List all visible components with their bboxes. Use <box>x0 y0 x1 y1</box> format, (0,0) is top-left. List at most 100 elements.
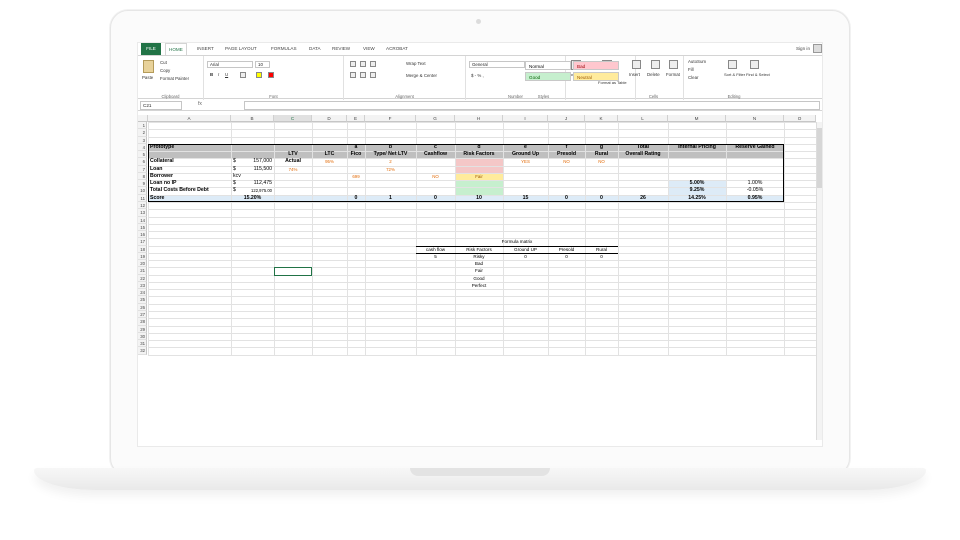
cell-M9[interactable]: 5.00% <box>668 180 726 187</box>
bold-button[interactable]: B <box>210 72 213 77</box>
align-right-icon[interactable] <box>370 72 376 78</box>
row-header-22[interactable]: 22 <box>138 274 147 282</box>
cell-J11[interactable]: 0 <box>548 195 585 202</box>
row-header-7[interactable]: 7 <box>138 165 147 173</box>
row-header-25[interactable]: 25 <box>138 296 147 304</box>
cell-A7[interactable]: Loan <box>150 166 162 173</box>
row-header-27[interactable]: 27 <box>138 311 147 319</box>
cell-A4[interactable]: Prototype <box>150 144 174 151</box>
cell-M10[interactable]: 9.25% <box>668 187 726 194</box>
cell-I4[interactable]: e <box>503 144 548 151</box>
cell-N10[interactable]: -0.05% <box>726 187 784 194</box>
cell-F5[interactable]: Type/ Net LTV <box>365 151 416 158</box>
cell-F7[interactable]: 72% <box>365 166 416 173</box>
format-cells-icon[interactable] <box>669 60 678 69</box>
column-header-I[interactable]: I <box>503 115 548 122</box>
number-format-buttons[interactable]: $ - % , <box>471 73 484 78</box>
paste-icon[interactable] <box>143 60 154 73</box>
tab-page-layout[interactable]: PAGE LAYOUT <box>224 43 258 55</box>
cell-L4[interactable]: Total <box>618 144 668 151</box>
column-header-O[interactable]: O <box>784 115 816 122</box>
sign-in-link[interactable]: Sign in <box>796 46 810 51</box>
row-header-3[interactable]: 3 <box>138 136 147 144</box>
align-top-icon[interactable] <box>350 61 356 67</box>
row-header-15[interactable]: 15 <box>138 223 147 232</box>
cell-B8[interactable]: kcv <box>233 173 241 180</box>
column-header-H[interactable]: H <box>455 115 503 122</box>
autosum-button[interactable]: AutoSum <box>688 59 706 64</box>
cell-A10[interactable]: Total Costs Before Debt <box>150 187 209 194</box>
underline-button[interactable]: U <box>225 72 228 77</box>
wrap-text-button[interactable]: Wrap Text <box>406 61 426 66</box>
column-header-M[interactable]: M <box>668 115 726 122</box>
column-header-C[interactable]: C <box>274 115 312 122</box>
cut-button[interactable]: Cut <box>160 60 167 65</box>
scrollbar-thumb[interactable] <box>817 128 822 188</box>
tab-formulas[interactable]: FORMULAS <box>270 43 298 55</box>
cell-A6[interactable]: Collateral <box>150 158 174 165</box>
cell-H4[interactable]: d <box>455 144 503 151</box>
cell-A11[interactable]: Score <box>150 195 164 202</box>
name-box[interactable]: C21 <box>140 101 182 110</box>
tab-data[interactable]: DATA <box>308 43 322 55</box>
insert-cells-icon[interactable] <box>632 60 641 69</box>
align-left-icon[interactable] <box>350 72 356 78</box>
cell-A9[interactable]: Loan no IP <box>150 180 177 187</box>
delete-cells-icon[interactable] <box>651 60 660 69</box>
row-header-28[interactable]: 28 <box>138 318 147 326</box>
cell-L5[interactable]: Overall Rating <box>618 151 668 158</box>
column-header-E[interactable]: E <box>347 115 365 122</box>
style-bad[interactable]: Bad <box>573 61 619 70</box>
cell-G8[interactable]: NO <box>416 173 455 180</box>
row-header-29[interactable]: 29 <box>138 325 147 333</box>
formula-input[interactable] <box>244 101 820 110</box>
row-header-20[interactable]: 20 <box>138 260 147 268</box>
row-header-9[interactable]: 9 <box>138 180 147 188</box>
font-size-select[interactable]: 10 <box>255 61 270 68</box>
select-all-corner[interactable] <box>138 115 148 122</box>
user-avatar-icon[interactable] <box>813 44 822 53</box>
font-name-select[interactable]: Arial <box>207 61 253 68</box>
row-header-24[interactable]: 24 <box>138 289 147 297</box>
italic-button[interactable]: I <box>218 72 219 77</box>
fx-icon[interactable]: fx <box>198 101 202 107</box>
cell-K11[interactable]: 0 <box>585 195 618 202</box>
tab-acrobat[interactable]: ACROBAT <box>385 43 409 55</box>
cell-B7[interactable]: 115,500 <box>241 166 272 173</box>
active-cell-C21[interactable] <box>274 267 312 276</box>
number-format-select[interactable]: General <box>469 61 525 68</box>
cell-A8[interactable]: Borrower <box>150 173 173 180</box>
tab-file[interactable]: FILE <box>141 43 161 55</box>
row-header-18[interactable]: 18 <box>138 245 147 253</box>
row-header-5[interactable]: 5 <box>138 151 147 159</box>
cell-H8[interactable]: Fair <box>455 173 503 180</box>
find-select-icon[interactable] <box>750 60 759 69</box>
column-header-L[interactable]: L <box>618 115 668 122</box>
column-header-N[interactable]: N <box>726 115 784 122</box>
cell-B9[interactable]: $ <box>233 180 236 187</box>
cell-B9[interactable]: 112,475 <box>241 180 272 187</box>
cell-N11[interactable]: 0.95% <box>726 195 784 202</box>
cell-B11[interactable]: 15.20% <box>231 195 274 202</box>
row-header-17[interactable]: 17 <box>138 238 147 246</box>
cell-L11[interactable]: 26 <box>618 195 668 202</box>
style-neutral[interactable]: Neutral <box>573 72 619 81</box>
column-header-B[interactable]: B <box>231 115 274 122</box>
cell-K6[interactable]: NO <box>585 158 618 165</box>
cell-D6[interactable]: 95% <box>312 158 347 165</box>
format-painter-button[interactable]: Format Painter <box>160 76 189 81</box>
style-normal[interactable]: Normal <box>525 61 571 70</box>
cell-B6[interactable]: $ <box>233 158 236 165</box>
format-button[interactable]: Format <box>666 72 680 77</box>
cell-M11[interactable]: 14.25% <box>668 195 726 202</box>
tab-insert[interactable]: INSERT <box>196 43 215 55</box>
merge-center-button[interactable]: Merge & Center <box>406 73 437 78</box>
cell-I5[interactable]: Ground Up <box>503 151 548 158</box>
sort-filter-button[interactable]: Sort & Filter <box>724 72 745 77</box>
row-header-2[interactable]: 2 <box>138 129 147 137</box>
cell-J6[interactable]: NO <box>548 158 585 165</box>
cell-H11[interactable]: 10 <box>455 195 503 202</box>
column-header-K[interactable]: K <box>585 115 618 122</box>
row-header-14[interactable]: 14 <box>138 216 147 224</box>
tab-view[interactable]: VIEW <box>362 43 376 55</box>
